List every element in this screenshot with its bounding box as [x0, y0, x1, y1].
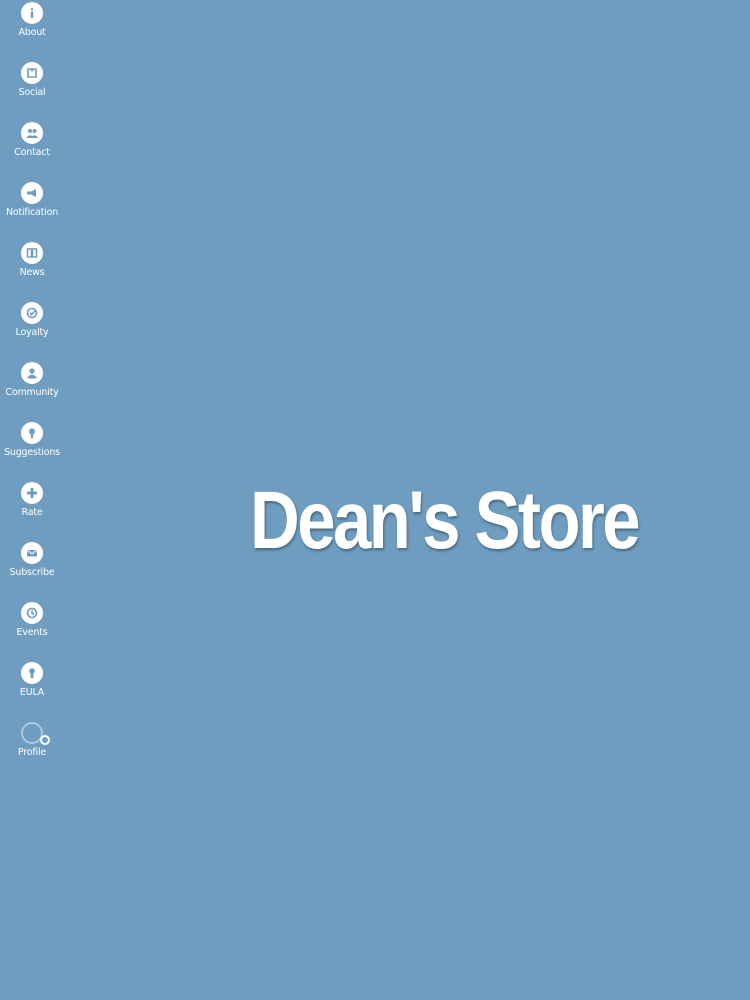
- store-title: Dean's Store: [250, 474, 641, 566]
- sidebar-item-subscribe[interactable]: Subscribe: [0, 540, 64, 600]
- sidebar-item-label: Contact: [14, 147, 50, 158]
- document-icon: [21, 662, 43, 684]
- sidebar-item-news[interactable]: News: [0, 240, 64, 300]
- sidebar-item-label: Notification: [5, 207, 59, 218]
- sidebar: About Social Contact Notification News L…: [0, 0, 64, 780]
- profile-icon: [21, 722, 50, 745]
- sidebar-item-suggestions[interactable]: Suggestions: [0, 420, 64, 480]
- sidebar-item-notification[interactable]: Notification: [0, 180, 64, 240]
- sidebar-item-label: Subscribe: [9, 567, 55, 578]
- sidebar-item-contact[interactable]: Contact: [0, 120, 64, 180]
- info-icon: [21, 2, 43, 24]
- sidebar-item-social[interactable]: Social: [0, 60, 64, 120]
- sidebar-item-events[interactable]: Events: [0, 600, 64, 660]
- envelope-icon: [21, 542, 43, 564]
- lightbulb-icon: [21, 422, 43, 444]
- sidebar-item-label: Loyalty: [15, 327, 49, 338]
- sidebar-item-label: Social: [18, 87, 46, 98]
- sidebar-item-eula[interactable]: EULA: [0, 660, 64, 720]
- sidebar-item-label: Events: [16, 627, 48, 638]
- sidebar-item-label: Suggestions: [4, 447, 60, 458]
- sidebar-item-label: About: [18, 27, 46, 38]
- sidebar-item-label: EULA: [19, 687, 45, 698]
- megaphone-icon: [21, 182, 43, 204]
- contact-icon: [21, 122, 43, 144]
- sidebar-item-community[interactable]: Community: [0, 360, 64, 420]
- sidebar-item-loyalty[interactable]: Loyalty: [0, 300, 64, 360]
- sidebar-item-label: Profile: [17, 747, 47, 758]
- news-icon: [21, 242, 43, 264]
- sidebar-item-about[interactable]: About: [0, 0, 64, 60]
- sidebar-item-label: Rate: [21, 507, 43, 518]
- community-icon: [21, 362, 43, 384]
- clock-icon: [21, 602, 43, 624]
- social-icon: [21, 62, 43, 84]
- profile-badge-icon: [40, 735, 50, 745]
- sidebar-item-rate[interactable]: Rate: [0, 480, 64, 540]
- sidebar-item-label: News: [19, 267, 45, 278]
- loyalty-icon: [21, 302, 43, 324]
- sidebar-item-label: Community: [5, 387, 59, 398]
- sidebar-item-profile[interactable]: Profile: [0, 720, 64, 780]
- plus-icon: [21, 482, 43, 504]
